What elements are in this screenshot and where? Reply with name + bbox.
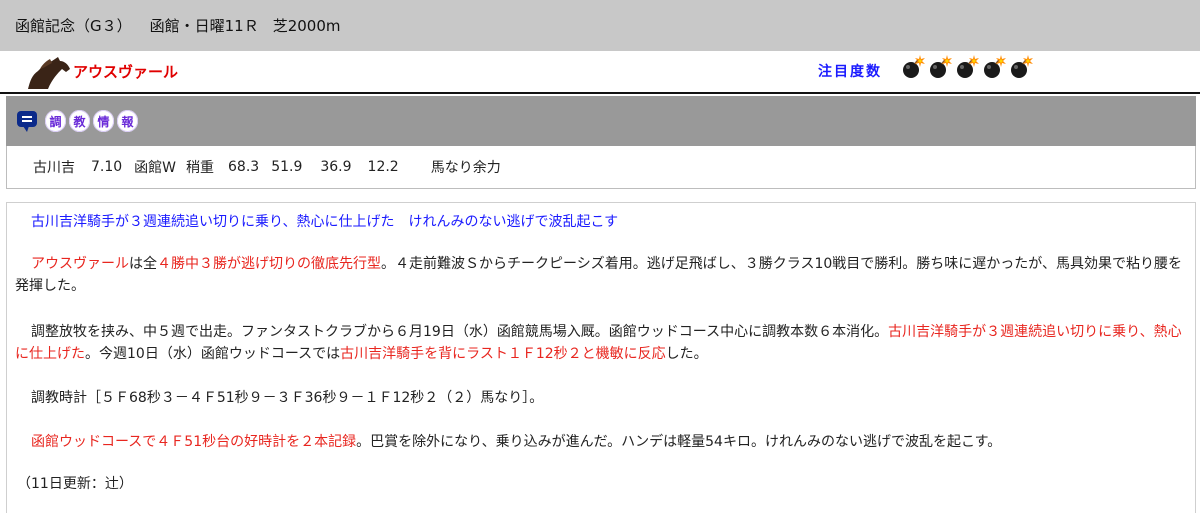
text-span: 。今週10日（水）函館ウッドコースでは — [85, 346, 341, 362]
race-venue: 函館・日曜11Ｒ — [149, 17, 259, 35]
attention-rating — [900, 54, 1035, 80]
horse-name[interactable]: アウスヴァール — [73, 61, 178, 82]
bomb-icon — [984, 55, 1006, 78]
highlight-span: 古川吉洋騎手を背にラスト１Ｆ12秒２と機敏に反応 — [340, 346, 666, 362]
highlight-span: ４勝中３勝が逃げ切りの徹底先行型 — [157, 256, 381, 272]
attention-label: 注目度数 — [818, 64, 882, 80]
comment-paragraph-1: アウスヴァールは全４勝中３勝が逃げ切りの徹底先行型。４走前難波Ｓからチークピーシ… — [15, 253, 1185, 297]
text-span: は全 — [129, 256, 157, 272]
race-distance: 芝2000m — [272, 17, 341, 35]
comment-paragraph-3: 調教時計［５Ｆ68秒３－４Ｆ51秒９－３Ｆ36秒９－１Ｆ12秒２（２）馬なり］。 — [31, 390, 544, 406]
race-info-bar: 函館記念（G３） 函館・日曜11Ｒ 芝2000m — [0, 0, 1200, 51]
record-course: 函館W — [134, 160, 177, 176]
section-title-char: 報 — [117, 110, 138, 132]
comment-paragraph-2: 調整放牧を挟み、中５週で出走。ファンタストクラブから６月19日（水）函館競馬場入… — [15, 321, 1185, 365]
comment-paragraph-4: 函館ウッドコースで４Ｆ51秒台の好時計を２本記録。巴賞を除外になり、乗り込みが進… — [15, 431, 1185, 453]
bomb-icon — [930, 55, 952, 78]
horse-header: アウスヴァール 注目度数 — [0, 52, 1200, 94]
bomb-icon — [957, 55, 979, 78]
section-title-char: 調 — [45, 110, 66, 132]
update-note: （11日更新：辻） — [17, 476, 133, 492]
record-track: 稍重 — [186, 160, 215, 176]
text-span: 。巴賞を除外になり、乗り込みが進んだ。ハンデは軽量54キロ。けれんみのない逃げで… — [356, 434, 1002, 450]
bomb-icon — [1011, 55, 1033, 78]
section-title-char: 情 — [93, 110, 114, 132]
text-span: した。 — [665, 346, 708, 362]
record-time-4f: 51.9 — [271, 159, 303, 175]
section-title-char: 教 — [69, 110, 90, 132]
record-time-5f: 68.3 — [228, 159, 260, 175]
bomb-icon — [903, 55, 925, 78]
training-record: 古川吉 7.10 函館W 稍重 68.3 51.9 36.9 12.2 馬なり余… — [6, 146, 1196, 189]
record-rider: 古川吉 — [33, 160, 75, 176]
record-manner: 馬なり余力 — [430, 160, 501, 176]
training-info-header: 調 教 情 報 — [6, 96, 1196, 146]
text-span: 調整放牧を挟み、中５週で出走。ファンタストクラブから６月19日（水）函館競馬場入… — [31, 324, 889, 340]
comment-headline: 古川吉洋騎手が３週連続追い切りに乗り、熱心に仕上げた けれんみのない逃げで波乱起… — [31, 214, 619, 230]
race-name: 函館記念（G３） — [15, 17, 132, 35]
record-time-3f: 36.9 — [320, 159, 352, 175]
horse-name-inline: アウスヴァール — [31, 256, 129, 272]
speech-bubble-icon — [17, 111, 37, 132]
record-date: 7.10 — [91, 159, 123, 175]
highlight-span: 函館ウッドコースで４Ｆ51秒台の好時計を２本記録 — [31, 434, 357, 450]
record-time-1f: 12.2 — [367, 159, 399, 175]
comment-box: 古川吉洋騎手が３週連続追い切りに乗り、熱心に仕上げた けれんみのない逃げで波乱起… — [6, 202, 1196, 513]
horse-icon — [28, 57, 70, 89]
